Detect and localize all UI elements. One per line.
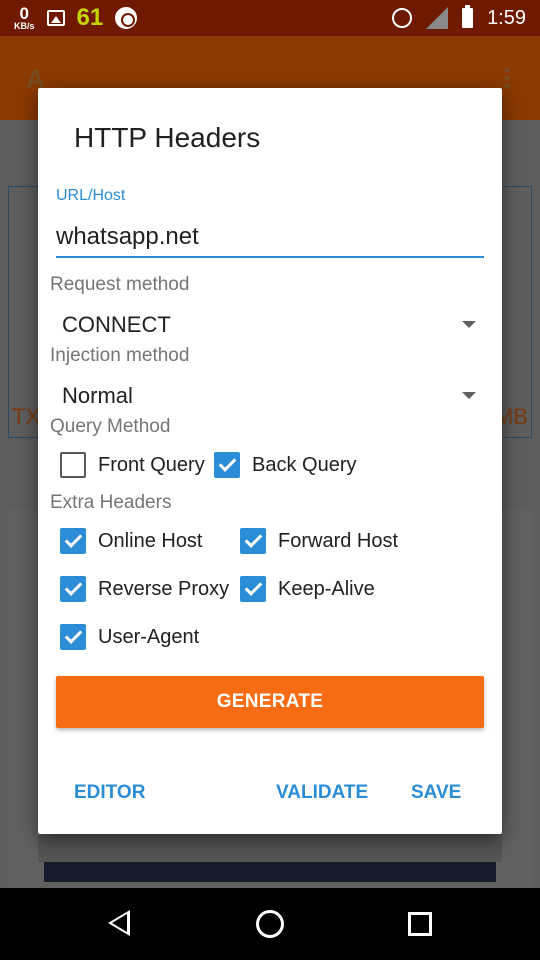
query-method-label: Query Method <box>50 416 171 437</box>
user-agent-label: User-Agent <box>98 625 200 648</box>
recent-apps-icon[interactable] <box>408 912 432 936</box>
keep-alive-checkbox[interactable]: Keep-Alive <box>240 574 375 604</box>
signal-icon <box>426 7 449 29</box>
url-host-input[interactable] <box>56 218 484 258</box>
forward-host-label: Forward Host <box>278 529 399 552</box>
http-headers-dialog: HTTP Headers URL/Host Request method CON… <box>38 88 502 834</box>
back-icon[interactable] <box>108 910 130 936</box>
battery-icon <box>462 5 474 28</box>
url-host-label: URL/Host <box>56 187 126 204</box>
injection-method-dropdown[interactable]: Normal <box>50 375 490 415</box>
request-method-dropdown[interactable]: CONNECT <box>50 304 490 344</box>
background-banner <box>44 862 496 882</box>
background-tx-label: TX <box>12 404 41 429</box>
overflow-menu-icon <box>504 66 510 88</box>
validate-button[interactable]: VALIDATE <box>276 782 368 804</box>
checkbox-icon <box>60 576 86 602</box>
alarm-icon <box>392 8 413 28</box>
dropdown-arrow-icon <box>462 321 476 328</box>
background-card <box>38 830 502 862</box>
checkbox-icon <box>60 624 86 650</box>
injection-method-label: Injection method <box>50 345 190 366</box>
forward-host-checkbox[interactable]: Forward Host <box>240 526 398 556</box>
user-agent-checkbox[interactable]: User-Agent <box>60 622 199 652</box>
online-host-checkbox[interactable]: Online Host <box>60 526 203 556</box>
reverse-proxy-label: Reverse Proxy <box>98 577 230 600</box>
request-method-value: CONNECT <box>62 312 171 337</box>
keep-alive-label: Keep-Alive <box>278 577 375 600</box>
navigation-bar <box>0 888 540 960</box>
image-icon <box>46 10 65 26</box>
checkbox-icon <box>60 528 86 554</box>
checkbox-icon <box>214 452 240 478</box>
status-bar: 0 KB/s 61 1:59 <box>0 0 540 36</box>
dropdown-arrow-icon <box>462 392 476 399</box>
injection-method-value: Normal <box>62 383 133 408</box>
clock: 1:59 <box>487 6 526 29</box>
hotspot-icon <box>115 7 138 29</box>
generate-button[interactable]: GENERATE <box>56 676 484 728</box>
front-query-label: Front Query <box>98 453 205 476</box>
reverse-proxy-checkbox[interactable]: Reverse Proxy <box>60 574 229 604</box>
net-speed: 0 KB/s <box>14 5 35 31</box>
checkbox-icon <box>240 528 266 554</box>
net-speed-value: 0 <box>19 4 29 23</box>
back-query-label: Back Query <box>252 453 357 476</box>
home-icon[interactable] <box>256 910 284 938</box>
extra-headers-label: Extra Headers <box>50 492 172 513</box>
checkbox-icon <box>60 452 86 478</box>
dialog-title: HTTP Headers <box>74 122 261 153</box>
save-button[interactable]: SAVE <box>411 782 461 804</box>
net-speed-unit: KB/s <box>14 21 35 31</box>
request-method-label: Request method <box>50 274 190 295</box>
notification-count: 61 <box>76 4 104 31</box>
back-query-checkbox[interactable]: Back Query <box>214 450 356 480</box>
checkbox-icon <box>240 576 266 602</box>
online-host-label: Online Host <box>98 529 203 552</box>
editor-button[interactable]: EDITOR <box>74 782 145 804</box>
front-query-checkbox[interactable]: Front Query <box>60 450 205 480</box>
